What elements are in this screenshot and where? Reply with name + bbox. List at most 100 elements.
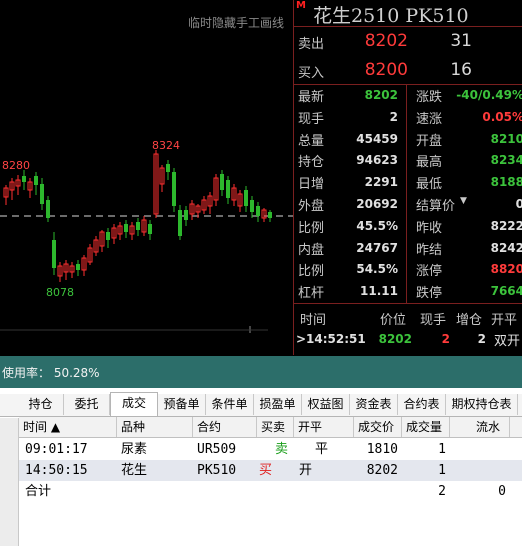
candle-body	[250, 200, 254, 212]
candle-body	[268, 212, 272, 218]
quote-right-value: 8222	[490, 219, 522, 233]
candle-body	[22, 176, 26, 182]
settlement-dropdown-icon[interactable]: ▼	[460, 196, 467, 206]
cell-price: 1810	[366, 442, 398, 457]
col-flow-header[interactable]: 流水	[450, 417, 510, 437]
col-contract-header[interactable]: 合约	[193, 417, 257, 437]
tick-time: >14:52:51	[296, 332, 366, 346]
quote-left-label: 总量	[298, 134, 325, 149]
quote-right-value: 7664	[490, 284, 522, 298]
grid-header: 时间 ▲ 品种 合约 买卖 开平 成交价 成交量 流水	[19, 417, 522, 438]
quote-right-label: 最低	[416, 177, 443, 192]
chart-canvas[interactable]	[0, 0, 293, 355]
candle-body	[136, 222, 140, 230]
cell-contract: UR509	[197, 442, 237, 457]
quote-left-value: 2291	[364, 175, 398, 189]
tick-header-hand: 现手	[420, 313, 447, 328]
total-qty: 2	[438, 484, 446, 499]
quote-right-label: 跌停	[416, 286, 443, 301]
tab-4[interactable]: 条件单	[206, 394, 254, 415]
col-qty-header[interactable]: 成交量	[402, 417, 450, 437]
col-time-header[interactable]: 时间 ▲	[19, 417, 117, 437]
candle-body	[220, 174, 224, 190]
quote-left-label: 比例	[298, 221, 325, 236]
candlestick-chart[interactable]	[0, 0, 293, 355]
tab-7[interactable]: 资金表	[350, 394, 398, 415]
left-price-label: 8280	[2, 159, 30, 172]
tab-bar: 持仓 委托 成交 预备单 条件单 损盈单 权益图 资金表 合约表 期权持仓表	[0, 392, 522, 417]
quote-right-value: 8188	[490, 175, 522, 189]
candle-body	[256, 206, 260, 216]
quote-left-label: 最新	[298, 90, 325, 105]
cell-qty: 1	[438, 442, 446, 457]
tab-3[interactable]: 预备单	[158, 394, 206, 415]
quote-left-value: 11.11	[360, 284, 398, 298]
quote-left-value: 45.5%	[356, 219, 398, 233]
quote-right-value: 8210	[490, 132, 522, 146]
quote-left-label: 日增	[298, 177, 325, 192]
candle-body	[40, 184, 44, 204]
tick-header-open-close: 开平	[491, 313, 518, 328]
quote-right-value: -40/0.49%	[456, 88, 522, 102]
quote-right-label: 最高	[416, 155, 443, 170]
usage-rate: 使用率： 50.28%	[2, 366, 100, 380]
quote-right-value: 0.05%	[482, 110, 522, 124]
tick-hand: 2	[441, 332, 450, 346]
candle-body	[244, 190, 248, 206]
tick-header-time: 时间	[300, 313, 327, 328]
col-side-header[interactable]: 买卖	[257, 417, 294, 437]
quote-left-value: 24767	[356, 241, 398, 255]
cell-oc: 平	[315, 442, 329, 457]
quote-left-value: 54.5%	[356, 262, 398, 276]
cell-product: 尿素	[121, 442, 148, 457]
hide-drawing-hint[interactable]: 临时隐藏手工画线	[188, 14, 284, 31]
candle-body	[34, 176, 38, 185]
tab-9[interactable]: 期权持仓表	[446, 394, 518, 415]
quote-left-value: 2	[389, 110, 398, 124]
column-divider	[406, 85, 407, 303]
table-row[interactable]: 09:01:17 尿素 UR509 卖 平 1810 1	[19, 439, 522, 460]
quote-panel: M 花生2510 PK510 卖出 8202 31 买入 8200 16 最新 8…	[293, 0, 522, 355]
tick-header-incr: 增仓	[456, 313, 483, 328]
tab-0[interactable]: 持仓	[18, 394, 64, 415]
candle-body	[166, 164, 170, 172]
quote-right-value: 8820	[490, 262, 522, 276]
candle-body	[76, 264, 80, 270]
sell-label: 卖出	[298, 37, 325, 52]
tick-incr: 2	[477, 332, 486, 346]
tab-2[interactable]: 成交	[110, 392, 158, 416]
col-oc-header[interactable]: 开平	[294, 417, 354, 437]
quote-left-label: 内盘	[298, 243, 325, 258]
cell-contract: PK510	[197, 463, 237, 478]
tick-open-close: 双开	[494, 334, 521, 349]
buy-price[interactable]: 8200	[356, 60, 408, 80]
sell-price[interactable]: 8202	[356, 31, 408, 51]
cell-product: 花生	[121, 463, 148, 478]
candle-body	[46, 200, 50, 218]
tab-8[interactable]: 合约表	[398, 394, 446, 415]
quote-left-label: 外盘	[298, 199, 325, 214]
candle-body	[178, 210, 182, 236]
cell-time: 09:01:17	[25, 442, 88, 457]
cell-time: 14:50:15	[25, 463, 88, 478]
table-row[interactable]: 14:50:15 花生 PK510 买 开 8202 1	[19, 460, 522, 481]
col-product-header[interactable]: 品种	[117, 417, 193, 437]
quote-right-label: 昨收	[416, 221, 443, 236]
col-price-header[interactable]: 成交价	[354, 417, 402, 437]
candle-body	[124, 224, 128, 232]
quote-right-label: 涨停	[416, 264, 443, 279]
candle-body	[52, 240, 56, 268]
candle-body	[106, 232, 110, 240]
cell-side: 卖	[275, 442, 289, 457]
status-bar: 使用率： 50.28%	[0, 356, 522, 388]
total-flow: 0	[498, 484, 506, 499]
buy-volume: 16	[450, 60, 472, 80]
sell-volume: 31	[450, 31, 472, 51]
quote-left-value: 8202	[364, 88, 398, 102]
instrument-title: 花生2510 PK510	[313, 5, 469, 27]
candle-body	[148, 224, 152, 234]
tab-6[interactable]: 权益图	[302, 394, 350, 415]
quote-right-value: 8242	[490, 241, 522, 255]
tab-5[interactable]: 损盈单	[254, 394, 302, 415]
tab-1[interactable]: 委托	[64, 394, 110, 415]
